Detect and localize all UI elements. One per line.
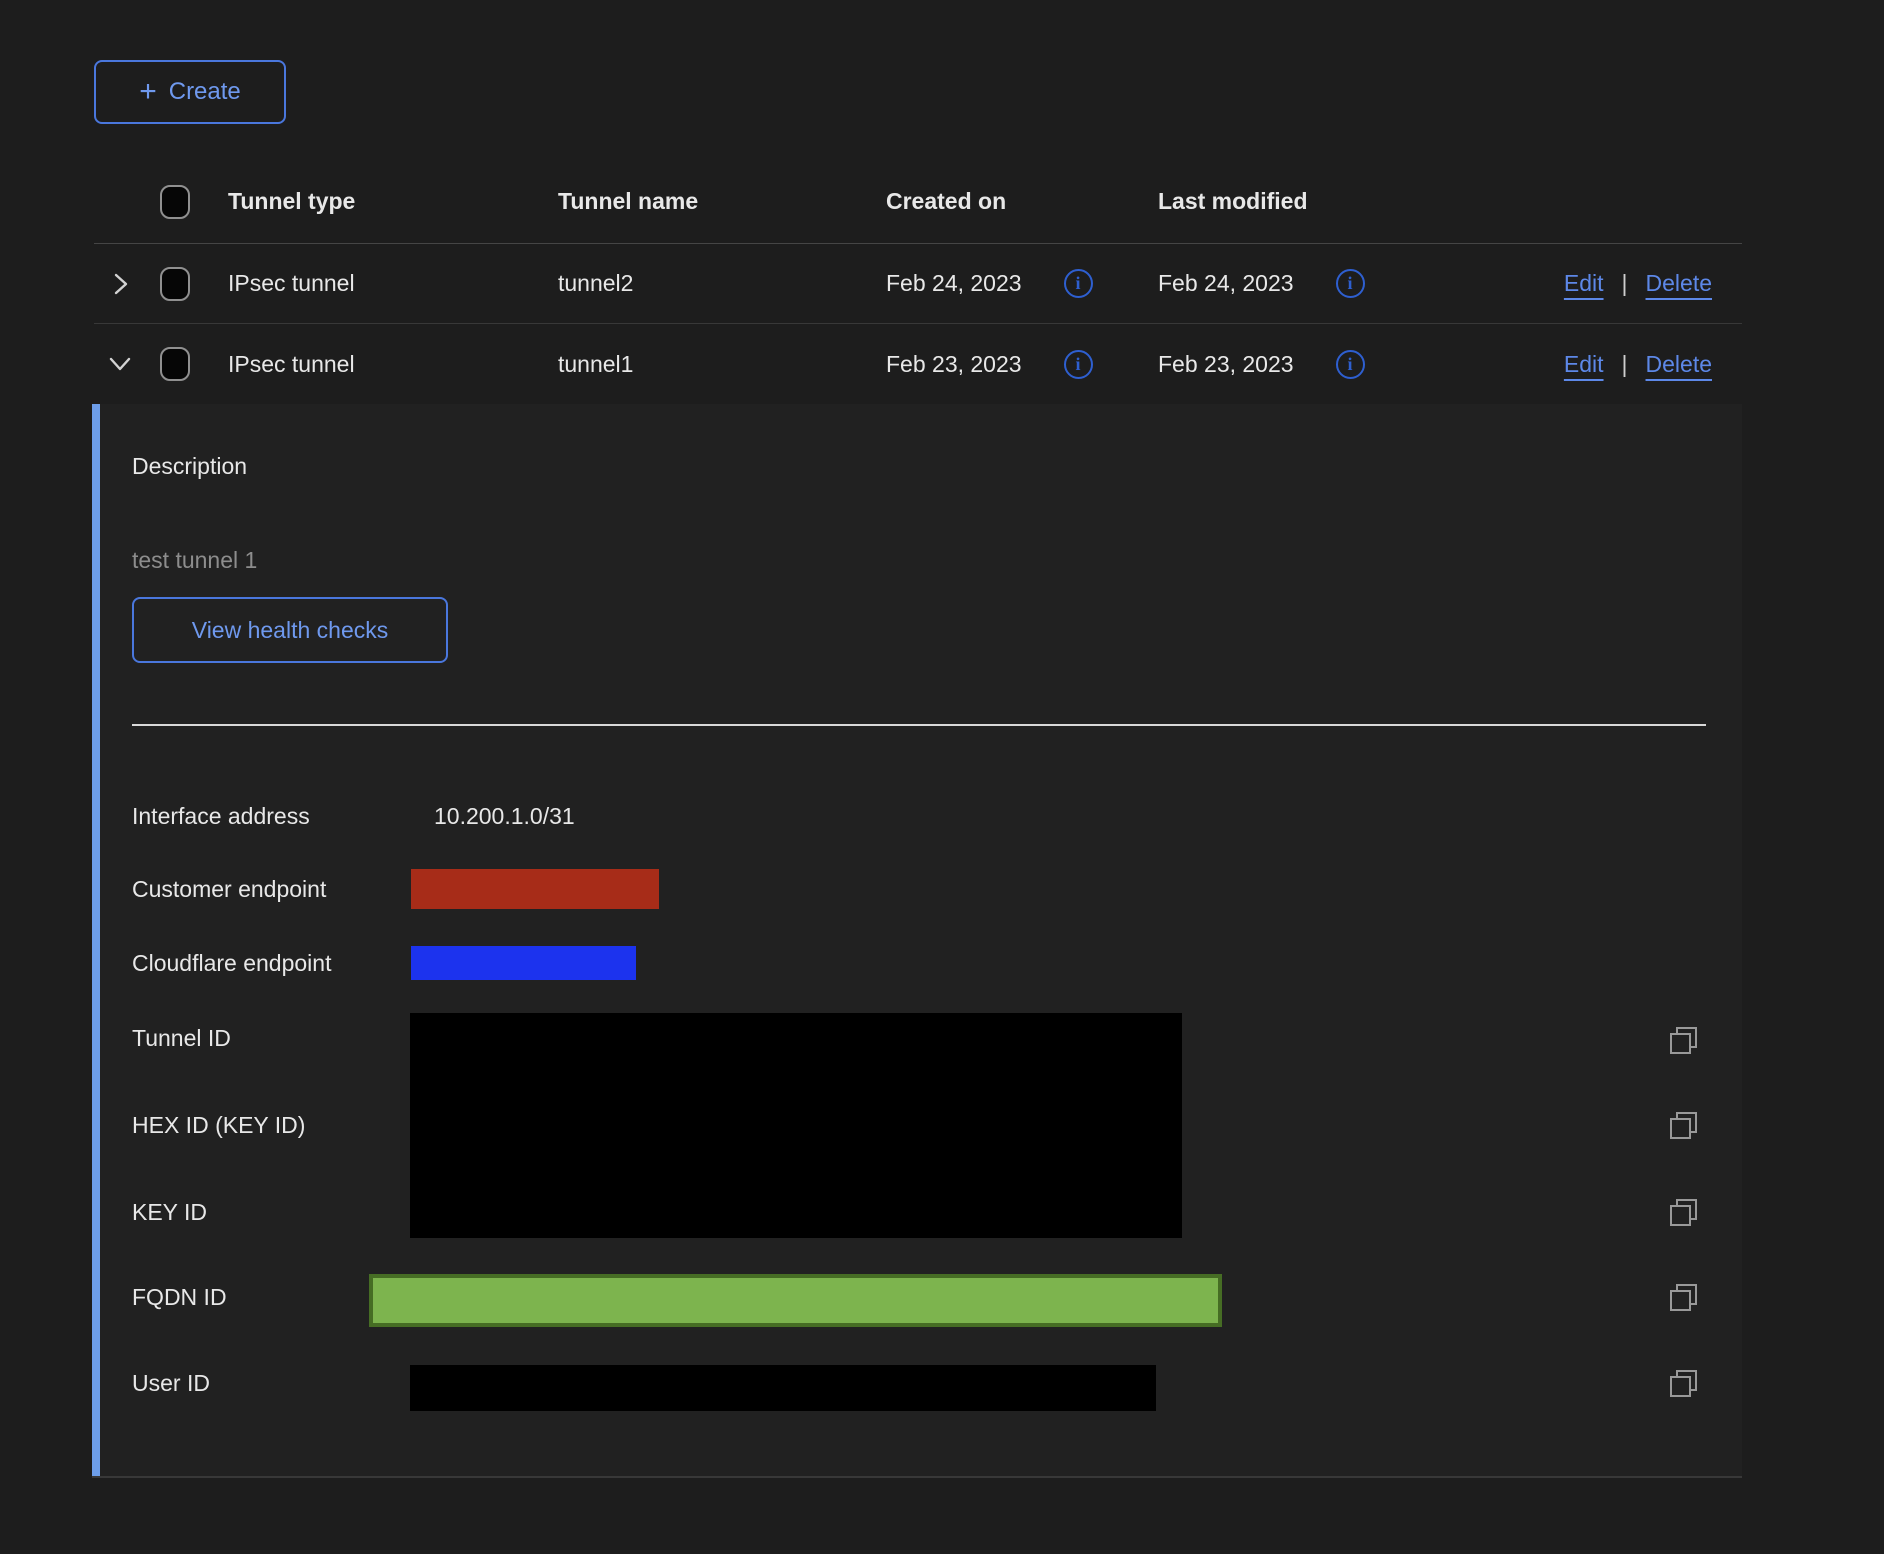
tunnel-type-value: IPsec tunnel — [228, 270, 558, 297]
field-label: Interface address — [132, 800, 310, 832]
field-label: KEY ID — [132, 1196, 207, 1228]
redacted-cloudflare-endpoint — [411, 946, 636, 980]
create-button[interactable]: + Create — [94, 60, 286, 124]
redacted-customer-endpoint — [411, 869, 659, 909]
section-divider — [132, 724, 1706, 726]
tunnel-name-value: tunnel2 — [558, 270, 886, 297]
redacted-tunnel-ids — [410, 1013, 1182, 1238]
info-icon[interactable]: i — [1336, 350, 1365, 379]
copy-icon[interactable] — [1670, 1370, 1697, 1397]
created-on-value: Feb 23, 2023 — [886, 351, 1022, 378]
row-checkbox[interactable] — [160, 267, 190, 301]
action-separator: | — [1622, 351, 1628, 378]
row-checkbox[interactable] — [160, 347, 190, 381]
copy-icon[interactable] — [1670, 1112, 1697, 1139]
field-label: FQDN ID — [132, 1281, 227, 1313]
table-header-row: Tunnel type Tunnel name Created on Last … — [94, 160, 1742, 244]
create-button-label: Create — [169, 78, 241, 106]
chevron-down-icon[interactable] — [106, 350, 134, 378]
header-tunnel-type: Tunnel type — [228, 188, 558, 215]
table-row: IPsec tunnel tunnel2 Feb 24, 2023 i Feb … — [94, 244, 1742, 324]
info-icon[interactable]: i — [1336, 269, 1365, 298]
tunnel-name-value: tunnel1 — [558, 351, 886, 378]
tunnel-detail-panel: Description test tunnel 1 View health ch… — [92, 404, 1742, 1478]
field-label: User ID — [132, 1367, 210, 1399]
header-check-cell — [156, 185, 228, 219]
delete-link[interactable]: Delete — [1646, 270, 1712, 297]
delete-link[interactable]: Delete — [1646, 351, 1712, 378]
info-icon[interactable]: i — [1064, 350, 1093, 379]
field-label: Tunnel ID — [132, 1022, 231, 1054]
copy-icon[interactable] — [1670, 1199, 1697, 1226]
header-created-on: Created on — [886, 188, 1158, 215]
header-tunnel-name: Tunnel name — [558, 188, 886, 215]
copy-icon[interactable] — [1670, 1284, 1697, 1311]
redacted-user-id — [410, 1365, 1156, 1411]
action-separator: | — [1622, 270, 1628, 297]
last-modified-value: Feb 24, 2023 — [1158, 270, 1294, 297]
edit-link[interactable]: Edit — [1564, 270, 1604, 297]
redacted-fqdn-id — [369, 1274, 1222, 1327]
copy-icon[interactable] — [1670, 1027, 1697, 1054]
header-last-modified: Last modified — [1158, 188, 1450, 215]
field-label: Cloudflare endpoint — [132, 947, 331, 979]
view-health-checks-button[interactable]: View health checks — [132, 597, 448, 663]
interface-address-value: 10.200.1.0/31 — [434, 800, 575, 832]
select-all-checkbox[interactable] — [160, 185, 190, 219]
tunnels-table: Tunnel type Tunnel name Created on Last … — [94, 160, 1742, 1478]
chevron-right-icon[interactable] — [106, 270, 134, 298]
plus-icon: + — [139, 77, 157, 107]
created-on-value: Feb 24, 2023 — [886, 270, 1022, 297]
expanded-accent-bar — [92, 404, 100, 1476]
tunnel-type-value: IPsec tunnel — [228, 351, 558, 378]
description-value: test tunnel 1 — [132, 544, 257, 576]
field-label: Customer endpoint — [132, 873, 326, 905]
last-modified-value: Feb 23, 2023 — [1158, 351, 1294, 378]
info-icon[interactable]: i — [1064, 269, 1093, 298]
edit-link[interactable]: Edit — [1564, 351, 1604, 378]
description-label: Description — [132, 450, 247, 482]
table-row: IPsec tunnel tunnel1 Feb 23, 2023 i Feb … — [94, 324, 1742, 404]
field-label: HEX ID (KEY ID) — [132, 1109, 305, 1141]
